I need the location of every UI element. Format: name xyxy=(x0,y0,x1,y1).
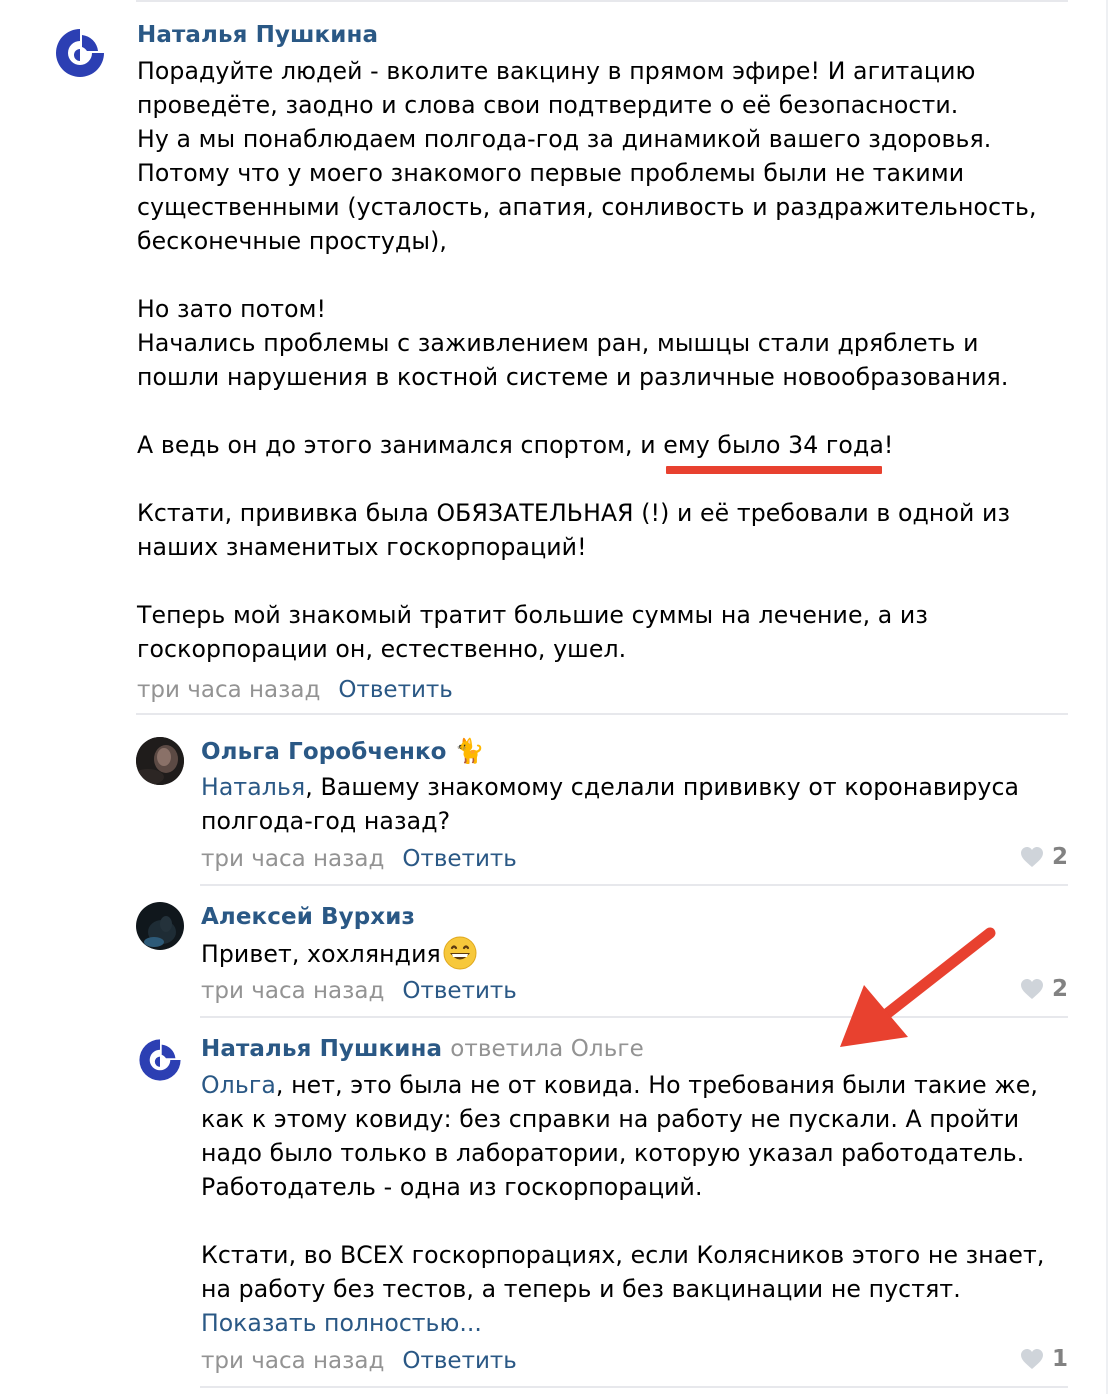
grinning-emoji-icon xyxy=(443,936,477,970)
separator xyxy=(200,1386,1068,1388)
like-count: 1 xyxy=(1051,1346,1068,1372)
author-name[interactable]: Ольга Горобченко xyxy=(201,739,447,765)
reply-button[interactable]: Ответить xyxy=(338,677,453,703)
comment-time[interactable]: три часа назад xyxy=(201,846,384,872)
comment-meta: три часа назад Ответить xyxy=(201,1346,517,1376)
avatar[interactable] xyxy=(136,1036,184,1084)
comment-text: Ольга, нет, это была не от ковида. Но тр… xyxy=(201,1068,1101,1306)
mention-link[interactable]: Ольга xyxy=(201,1071,276,1099)
comment-body: , нет, это была не от ковида. Но требова… xyxy=(201,1071,1045,1303)
like-button[interactable]: 2 xyxy=(1020,842,1068,872)
vk-community-logo-icon xyxy=(136,1036,184,1084)
comment-text: Порадуйте людей - вколите вакцину в прям… xyxy=(137,57,1037,663)
reply-button[interactable]: Ответить xyxy=(402,846,517,872)
comment-meta: три часа назад Ответить xyxy=(201,844,517,874)
heart-icon xyxy=(1020,847,1043,867)
comment-meta: три часа назад Ответить xyxy=(201,976,517,1006)
like-button[interactable]: 2 xyxy=(1020,974,1068,1004)
reply-to-label[interactable]: ответила Ольге xyxy=(450,1036,644,1062)
red-underline-annotation xyxy=(666,466,882,474)
reply-button[interactable]: Ответить xyxy=(402,1348,517,1374)
right-border xyxy=(1106,0,1108,1394)
heart-icon xyxy=(1020,979,1043,999)
vk-community-logo-icon xyxy=(52,25,108,81)
separator xyxy=(200,884,1068,886)
comment-time[interactable]: три часа назад xyxy=(201,978,384,1004)
avatar[interactable] xyxy=(136,902,184,950)
separator xyxy=(136,713,1068,715)
comment-time[interactable]: три часа назад xyxy=(201,1348,384,1374)
author-name[interactable]: Наталья Пушкина xyxy=(201,1036,442,1062)
comment-author[interactable]: Алексей Вурхиз xyxy=(201,902,415,932)
comment-meta: три часа назад Ответить xyxy=(137,675,453,705)
comment-author: Наталья Пушкина ответила Ольге xyxy=(201,1034,644,1064)
user-photo-icon xyxy=(136,902,184,950)
comment-author[interactable]: Наталья Пушкина xyxy=(137,20,378,50)
user-photo-icon xyxy=(136,737,184,785)
red-arrow-annotation xyxy=(840,927,996,1047)
comment-body: Привет, хохляндия xyxy=(201,940,441,968)
avatar[interactable] xyxy=(136,737,184,785)
heart-icon xyxy=(1020,1349,1043,1369)
cat-emoji-icon: 🐈 xyxy=(454,737,485,765)
comment-text: Наталья, Вашему знакомому сделали привив… xyxy=(201,770,1101,838)
reply-button[interactable]: Ответить xyxy=(402,978,517,1004)
top-separator xyxy=(136,0,1068,2)
like-count: 2 xyxy=(1051,844,1068,870)
comment-time[interactable]: три часа назад xyxy=(137,677,320,703)
mention-link[interactable]: Наталья xyxy=(201,773,305,801)
comment-body: , Вашему знакомому сделали прививку от к… xyxy=(201,773,1020,835)
avatar[interactable] xyxy=(52,25,108,81)
comment-author[interactable]: Ольга Горобченко 🐈 xyxy=(201,736,485,767)
show-more-link[interactable]: Показать полностью... xyxy=(201,1306,482,1340)
like-button[interactable]: 1 xyxy=(1020,1344,1068,1374)
like-count: 2 xyxy=(1051,976,1068,1002)
